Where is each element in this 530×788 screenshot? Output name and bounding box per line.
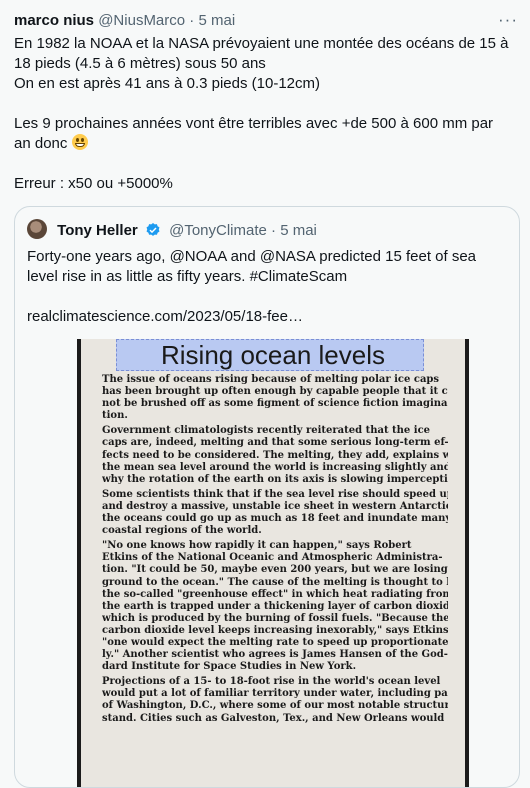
clipping-line: The issue of oceans rising because of me… [102, 374, 440, 385]
clipping-line: would put a lot of familiar territory un… [102, 688, 448, 700]
quoted-line: Forty-one years ago, @NOAA and @NASA pre… [27, 248, 477, 265]
clipping-line: the mean sea level around the world is i… [102, 461, 448, 473]
tweet-text: En 1982 la NOAA et la NASA prévoyaient u… [14, 34, 520, 194]
author-name[interactable]: marco nius [14, 12, 94, 29]
clipping-line: dard Institute for Space Studies in New … [102, 661, 357, 673]
clipping-line: and destroy a massive, unstable ice shee… [102, 500, 448, 512]
tweet-line-with-emoji: an donc [14, 134, 520, 154]
clipping-line: which is produced by the burning of foss… [102, 612, 448, 624]
tweet-date[interactable]: 5 mai [198, 12, 235, 29]
clipping-headline: Rising ocean levels [160, 340, 385, 370]
clipping-line: why the rotation of the earth on its axi… [102, 473, 448, 485]
clipping-line: the oceans could go up as much as 18 fee… [102, 513, 448, 525]
clipping-line: carbon dioxide level keeps increasing in… [102, 624, 448, 636]
quoted-author-name[interactable]: Tony Heller [57, 222, 138, 239]
clipping-line: Projections of a 15- to 18-foot rise in … [102, 676, 441, 688]
tweet-line: Erreur : x50 ou +5000% [14, 175, 173, 192]
quoted-link[interactable]: realclimatescience.com/2023/05/18-fee… [27, 307, 507, 327]
tweet-line: En 1982 la NOAA et la NASA prévoyaient u… [14, 35, 509, 52]
clipping-line: caps are, indeed, melting and that some … [102, 437, 448, 449]
newspaper-clipping-image[interactable]: Rising ocean levels The issue of oceans … [77, 339, 469, 787]
clipping-line: stand. Cities such as Galveston, Tex., a… [102, 712, 448, 724]
separator-dot: · [271, 222, 277, 239]
quoted-line [27, 287, 507, 307]
clipping-line: the so-called "greenhouse effect" in whi… [102, 588, 448, 600]
clipping-line: the earth is trapped under a thickening … [102, 600, 448, 612]
separator-dot: · [189, 12, 195, 29]
clipping-line: fects need to be considered. The melting… [102, 449, 448, 461]
tweet-header: marco nius @NiusMarco · 5 mai [14, 11, 235, 31]
tweet-line: On en est après 41 ans à 0.3 pieds (10-1… [14, 75, 321, 92]
clipping-line: Government climatologists recently reite… [102, 425, 431, 437]
author-handle[interactable]: @NiusMarco [98, 12, 185, 29]
clipping-line: ly." Another scientist who agrees is Jam… [102, 649, 448, 661]
clipping-line: tion. "It could be 50, maybe even 200 ye… [102, 564, 448, 576]
more-options-icon[interactable]: ··· [498, 10, 518, 30]
tweet-line [14, 154, 520, 174]
clipping-line: "No one knows how rapidly it can happen,… [102, 540, 412, 552]
clipping-line: not be brushed off as some figment of sc… [102, 398, 448, 410]
quoted-tweet-header: Tony Heller @TonyClimate · 5 mai [27, 219, 317, 244]
avatar[interactable] [27, 219, 47, 239]
tweet[interactable]: marco nius @NiusMarco · 5 mai ··· En 198… [0, 0, 530, 788]
clipping-line: "one would expect the melting rate to sp… [102, 636, 448, 648]
clipping-line: Some scientists think that if the sea le… [102, 488, 448, 500]
tweet-line: 18 pieds (4.5 à 6 mètres) sous 50 ans [14, 55, 266, 72]
quoted-tweet[interactable]: Tony Heller @TonyClimate · 5 mai Forty-o… [14, 206, 520, 788]
clipping-line: ground to the ocean." The cause of the m… [102, 576, 448, 588]
clipping-line: of Washington, D.C., where some of our m… [102, 700, 448, 712]
tweet-line: Les 9 prochaines années vont être terrib… [14, 115, 494, 132]
clipping-line: coastal regions of the world. [102, 525, 262, 537]
verified-badge-icon [145, 222, 161, 244]
tweet-line: an donc [14, 135, 68, 152]
quoted-tweet-date[interactable]: 5 mai [280, 222, 317, 239]
clipping-line: Etkins of the National Oceanic and Atmos… [102, 552, 443, 564]
quoted-line: level rise in as little as fifty years. … [27, 268, 348, 285]
clipping-body: The issue of oceans rising because of me… [102, 374, 448, 725]
clipping-line: has been brought up often enough by capa… [102, 386, 448, 398]
tweet-line [14, 94, 520, 114]
quoted-author-handle[interactable]: @TonyClimate [169, 222, 267, 239]
grinning-face-emoji-icon [71, 134, 88, 150]
clipping-line: tion. [102, 410, 128, 422]
quoted-tweet-text: Forty-one years ago, @NOAA and @NASA pre… [27, 247, 507, 327]
